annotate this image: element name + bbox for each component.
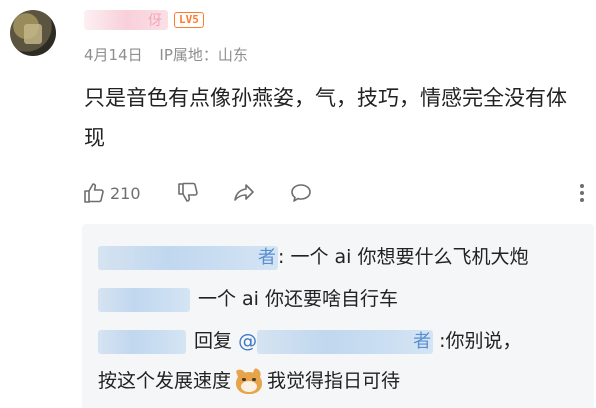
more-options-button[interactable] [578,178,586,208]
dislike-button[interactable] [176,178,200,208]
reply-item[interactable]: 一个 ai 你还要啥自行车 [98,284,398,314]
reply-button[interactable] [289,178,313,208]
reply-text: 按这个发展速度 [98,370,232,392]
reply-username-blurred[interactable] [98,329,186,354]
like-count: 210 [110,183,141,203]
comment-meta: 4月14日 IP属地：山东 [84,44,248,65]
mention-username-blurred[interactable]: 者 [257,329,434,354]
comment-date: 4月14日 [84,46,143,64]
share-button[interactable] [232,178,256,208]
reply-item-continued: 按这个发展速度 我觉得指日可待 [98,366,400,396]
doge-emoji-icon [235,367,263,395]
username-tail: 伢 [148,13,162,29]
level-badge: LV5 [174,12,204,28]
user-avatar[interactable] [10,10,56,56]
thumbs-down-icon [178,182,198,202]
comment-icon [291,184,311,202]
more-icon [580,184,584,188]
username-blurred[interactable]: 伢 [84,10,168,30]
reply-text-end: 我觉得指日可待 [267,370,401,392]
reply-text: : 一个 ai 你想要什么飞机大炮 [278,246,529,268]
reply-username-blurred[interactable]: 者 [98,245,278,270]
reply-text: :你别说， [433,330,522,352]
comment-actions: 210 [82,178,592,208]
reply-item[interactable]: 回复 @ 者 :你别说， [98,326,522,356]
reply-item[interactable]: 者 : 一个 ai 你想要什么飞机大炮 [98,242,528,272]
thumbs-up-icon [84,183,104,203]
reply-username-blurred[interactable] [98,287,190,312]
mention-at[interactable]: @ [238,330,257,352]
replies-panel: 者 : 一个 ai 你想要什么飞机大炮 一个 ai 你还要啥自行车 回复 @ 者… [82,224,594,408]
reply-label: 回复 [194,330,233,352]
like-button[interactable]: 210 [82,178,141,208]
ip-location: IP属地：山东 [159,46,248,64]
share-icon [234,184,254,201]
reply-text: 一个 ai 你还要啥自行车 [198,288,399,310]
comment-text: 只是音色有点像孙燕姿，气，技巧，情感完全没有体现 [84,86,567,150]
